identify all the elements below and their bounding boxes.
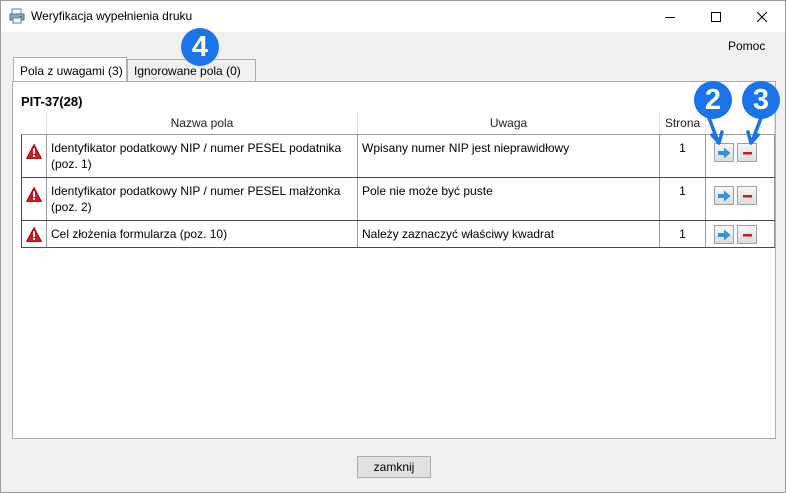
annotation-badge-tab: 4 xyxy=(181,28,219,66)
cell-field-name: Identyfikator podatkowy NIP / numer PESE… xyxy=(46,177,358,221)
cell-page: 1 xyxy=(659,220,706,248)
goto-field-button[interactable] xyxy=(714,142,734,162)
table-row[interactable]: Identyfikator podatkowy NIP / numer PESE… xyxy=(21,177,775,221)
minus-icon xyxy=(743,233,752,236)
menu-help[interactable]: Pomoc xyxy=(728,39,765,53)
cell-remark: Pole nie może być puste xyxy=(357,177,660,221)
goto-field-button[interactable] xyxy=(714,185,734,205)
window-title: Weryfikacja wypełnienia druku xyxy=(31,9,193,23)
cell-page: 1 xyxy=(659,177,706,221)
header-icon xyxy=(21,112,47,135)
close-icon xyxy=(757,11,767,22)
cell-actions xyxy=(705,134,775,178)
minimize-button[interactable] xyxy=(647,1,693,32)
field-name-position: (poz. 2) xyxy=(51,199,92,214)
cell-field-name: Cel złożenia formularza (poz. 10) xyxy=(46,220,358,248)
maximize-button[interactable] xyxy=(693,1,739,32)
tab-panel: PIT-37(28) Nazwa pola Uwaga Strona Ident… xyxy=(12,81,776,439)
field-name-line: Identyfikator podatkowy NIP / numer PESE… xyxy=(51,183,341,198)
tab-fields-with-remarks[interactable]: Pola z uwagami (3) xyxy=(13,57,127,81)
annotation-badge-ignore: 3 xyxy=(742,81,780,119)
header-remark[interactable]: Uwaga xyxy=(357,112,660,135)
cell-page: 1 xyxy=(659,134,706,178)
arrow-right-icon xyxy=(718,147,731,158)
minus-icon xyxy=(743,151,752,154)
verification-window: Weryfikacja wypełnienia druku Pomoc Pola… xyxy=(0,0,786,493)
table-row[interactable]: Identyfikator podatkowy NIP / numer PESE… xyxy=(21,134,775,178)
annotation-badge-goto: 2 xyxy=(694,81,732,119)
cell-actions xyxy=(705,177,775,221)
warning-icon xyxy=(25,186,43,202)
table-row[interactable]: Cel złożenia formularza (poz. 10) Należy… xyxy=(21,220,775,248)
minimize-icon xyxy=(665,16,675,18)
header-page[interactable]: Strona xyxy=(659,112,706,135)
header-field-name[interactable]: Nazwa pola xyxy=(46,112,358,135)
maximize-icon xyxy=(711,11,721,22)
field-name-position: (poz. 1) xyxy=(51,156,92,171)
minus-icon xyxy=(743,194,752,197)
arrow-right-icon xyxy=(718,190,731,201)
close-window-button[interactable] xyxy=(739,1,785,32)
cell-remark: Wpisany numer NIP jest nieprawidłowy xyxy=(357,134,660,178)
title-bar: Weryfikacja wypełnienia druku xyxy=(1,1,785,32)
warning-icon xyxy=(25,143,43,159)
close-dialog-button[interactable]: zamknij xyxy=(357,456,431,478)
document-heading: PIT-37(28) xyxy=(21,94,83,109)
ignore-field-button[interactable] xyxy=(737,185,757,205)
field-name-line: Cel złożenia formularza (poz. 10) xyxy=(51,226,228,241)
cell-remark: Należy zaznaczyć właściwy kwadrat xyxy=(357,220,660,248)
remarks-grid: Nazwa pola Uwaga Strona Identyfikator po… xyxy=(21,112,775,248)
table-header-row: Nazwa pola Uwaga Strona xyxy=(21,112,775,135)
arrow-right-icon xyxy=(718,229,731,240)
cell-field-name: Identyfikator podatkowy NIP / numer PESE… xyxy=(46,134,358,178)
ignore-field-button[interactable] xyxy=(737,224,757,244)
cell-actions xyxy=(705,220,775,248)
goto-field-button[interactable] xyxy=(714,224,734,244)
warning-icon xyxy=(25,226,43,242)
app-printer-icon xyxy=(9,8,25,24)
field-name-line: Identyfikator podatkowy NIP / numer PESE… xyxy=(51,140,342,155)
ignore-field-button[interactable] xyxy=(737,142,757,162)
